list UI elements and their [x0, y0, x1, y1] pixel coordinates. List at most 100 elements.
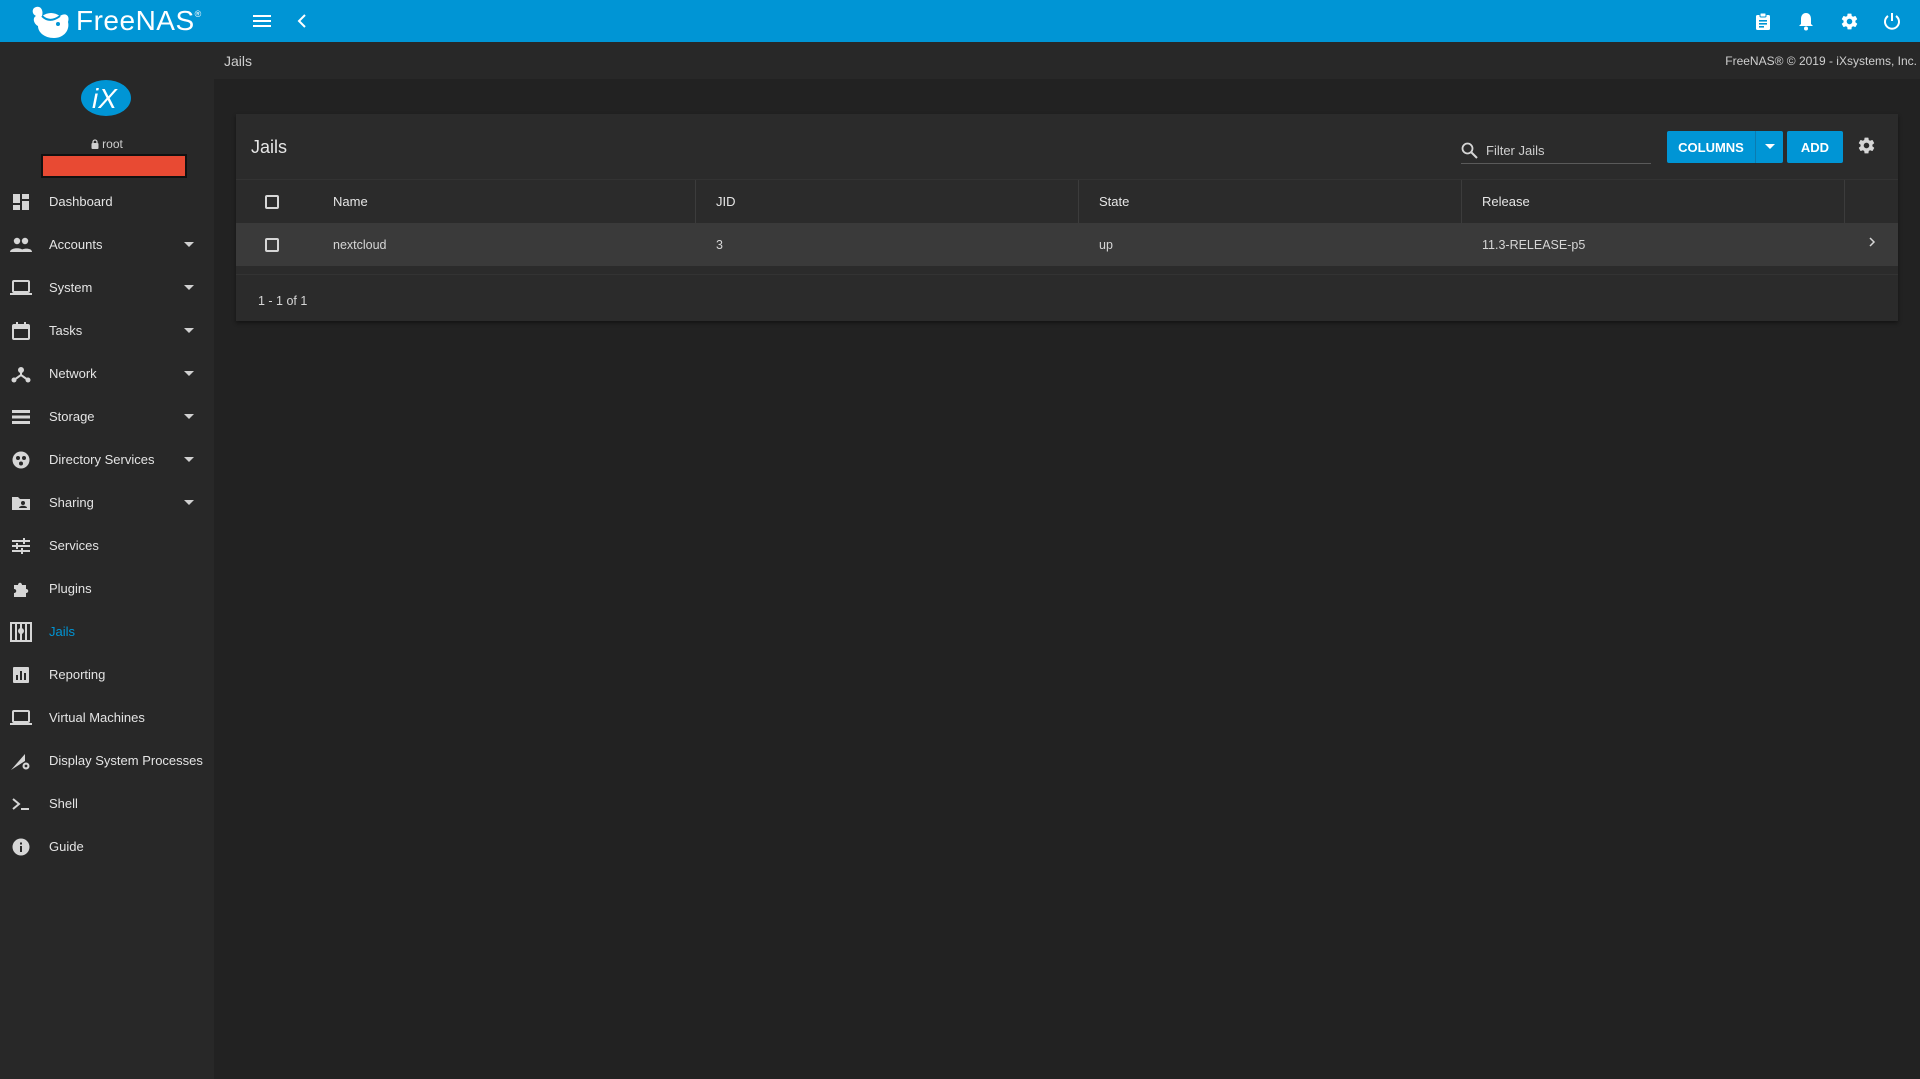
column-divider: [1844, 180, 1845, 224]
notifications-button[interactable]: [1788, 3, 1824, 39]
lock-icon: [91, 139, 99, 149]
power-icon: [1884, 13, 1900, 30]
top-toolbar: FreeNAS®: [0, 0, 1920, 42]
sidebar: iX root Dashboard Accounts System Tasks Netw…: [0, 42, 214, 1079]
search-input[interactable]: [1486, 140, 1646, 160]
table-header: Name JID State Release: [236, 179, 1898, 224]
sidebar-item-jails[interactable]: Jails: [0, 610, 214, 653]
caret-down-icon: [184, 328, 194, 333]
caret-down-icon: [184, 242, 194, 247]
clipboard-icon: [1756, 12, 1770, 30]
menu-button[interactable]: [244, 3, 280, 39]
sidebar-item-label: Storage: [49, 409, 95, 424]
sidebar-item-reporting[interactable]: Reporting: [0, 653, 214, 696]
sidebar-item-services[interactable]: Services: [0, 524, 214, 567]
sidebar-item-accounts[interactable]: Accounts: [0, 223, 214, 266]
row-checkbox-cell: [265, 223, 279, 266]
network-icon: [10, 363, 32, 385]
sidebar-item-label: Shell: [49, 796, 78, 811]
ix-logo-icon: iX: [81, 80, 131, 116]
breadcrumb[interactable]: Jails: [224, 53, 252, 69]
sidebar-item-plugins[interactable]: Plugins: [0, 567, 214, 610]
column-header-release[interactable]: Release: [1482, 180, 1530, 223]
svg-text:iX: iX: [92, 83, 118, 114]
columns-button[interactable]: COLUMNS: [1667, 131, 1783, 163]
jails-card: Jails COLUMNS ADD Name JID State Release…: [236, 114, 1898, 321]
sidebar-item-sharing[interactable]: Sharing: [0, 481, 214, 524]
task-manager-button[interactable]: [1745, 3, 1781, 39]
sidebar-item-label: Display System Processes: [49, 753, 203, 768]
sidebar-item-label: Accounts: [49, 237, 103, 252]
sidebar-item-label: System: [49, 280, 93, 295]
terminal-icon: [10, 793, 32, 815]
chevron-left-icon: [297, 14, 306, 28]
sidebar-item-shell[interactable]: Shell: [0, 782, 214, 825]
table-row[interactable]: nextcloud 3 up 11.3-RELEASE-p5: [236, 223, 1898, 266]
caret-down-icon: [1764, 144, 1775, 149]
sidebar-item-system[interactable]: System: [0, 266, 214, 309]
sidebar-item-label: Virtual Machines: [49, 710, 145, 725]
table-settings-button[interactable]: [1857, 136, 1876, 160]
info-icon: [10, 836, 32, 858]
card-title: Jails: [251, 137, 288, 157]
power-button[interactable]: [1874, 3, 1910, 39]
column-header-state[interactable]: State: [1099, 180, 1129, 223]
pagination-range: 1 - 1 of 1: [258, 294, 308, 308]
chart-icon: [10, 664, 32, 686]
column-divider: [1461, 180, 1462, 224]
monitor-icon: [10, 707, 32, 729]
sidebar-item-directory-services[interactable]: Directory Services: [0, 438, 214, 481]
puzzle-icon: [10, 578, 32, 600]
sidebar-item-virtual-machines[interactable]: Virtual Machines: [0, 696, 214, 739]
cell-name: nextcloud: [333, 237, 387, 252]
sidebar-item-label: Network: [49, 366, 97, 381]
sidebar-item-label: Directory Services: [49, 452, 155, 467]
columns-label[interactable]: COLUMNS: [1667, 131, 1755, 163]
sidebar-item-display-system-processes[interactable]: Display System Processes: [0, 739, 214, 782]
select-all-checkbox-cell: [265, 180, 279, 223]
add-button[interactable]: ADD: [1787, 131, 1843, 163]
sidebar-item-tasks[interactable]: Tasks: [0, 309, 214, 352]
cell-state: up: [1099, 237, 1113, 252]
cell-jid: 3: [716, 237, 723, 252]
calendar-icon: [10, 320, 32, 342]
column-divider: [695, 180, 696, 224]
column-header-name[interactable]: Name: [333, 180, 368, 223]
search-field[interactable]: [1461, 136, 1651, 164]
directory-icon: [10, 449, 32, 471]
profile-panel: iX root: [0, 42, 214, 180]
sidebar-item-storage[interactable]: Storage: [0, 395, 214, 438]
sidebar-item-dashboard[interactable]: Dashboard: [0, 180, 214, 223]
storage-icon: [10, 406, 32, 428]
sidebar-item-label: Services: [49, 538, 99, 553]
tune-icon: [10, 535, 32, 557]
collapse-sidebar-button[interactable]: [284, 3, 320, 39]
settings-button[interactable]: [1831, 3, 1867, 39]
gear-icon: [1841, 13, 1857, 29]
brand-name: FreeNAS®: [76, 5, 202, 36]
freenas-logo-icon: [32, 6, 69, 39]
hostname-redacted: [41, 154, 187, 178]
chevron-right-icon[interactable]: [1869, 237, 1876, 247]
menu-icon: [253, 15, 271, 27]
jail-icon: [10, 621, 32, 643]
sidebar-item-network[interactable]: Network: [0, 352, 214, 395]
column-divider: [1078, 180, 1079, 224]
folder-shared-icon: [10, 492, 32, 514]
gear-icon: [1858, 137, 1875, 154]
brand[interactable]: FreeNAS®: [0, 0, 214, 42]
column-header-jid[interactable]: JID: [716, 180, 736, 223]
sidebar-item-label: Sharing: [49, 495, 94, 510]
row-checkbox[interactable]: [265, 237, 279, 252]
sidebar-item-guide[interactable]: Guide: [0, 825, 214, 868]
columns-dropdown[interactable]: [1755, 131, 1783, 163]
caret-down-icon: [184, 414, 194, 419]
sidebar-item-label: Reporting: [49, 667, 106, 682]
select-all-checkbox[interactable]: [265, 194, 279, 209]
sidebar-item-label: Jails: [49, 624, 76, 639]
caret-down-icon: [184, 285, 194, 290]
cell-release: 11.3-RELEASE-p5: [1482, 237, 1586, 252]
copyright-text: FreeNAS® © 2019 - iXsystems, Inc.: [1725, 54, 1917, 68]
user-info: root: [0, 137, 214, 151]
divider: [236, 274, 1898, 275]
